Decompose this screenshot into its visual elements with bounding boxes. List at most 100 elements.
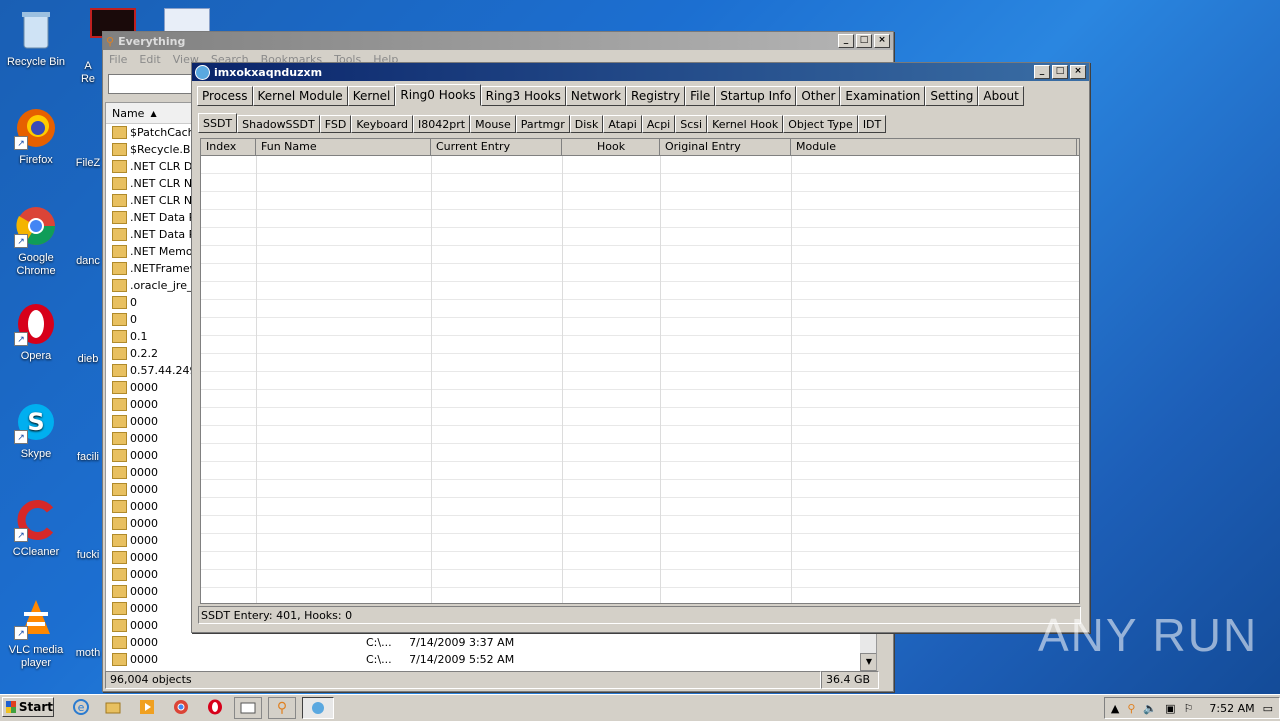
tool-titlebar[interactable]: imxokxaqnduzxm _ □ × [192, 63, 1089, 81]
ie-icon[interactable]: e [68, 697, 94, 717]
tab-registry[interactable]: Registry [626, 86, 686, 106]
column-name-header[interactable]: Name [106, 107, 144, 120]
tab-about[interactable]: About [978, 86, 1024, 106]
clock[interactable]: 7:52 AM [1209, 702, 1254, 715]
folder-icon [112, 551, 127, 564]
minimize-button[interactable]: _ [1034, 65, 1050, 79]
close-button[interactable]: × [874, 34, 890, 48]
folder-icon [112, 211, 127, 224]
subtab-fsd[interactable]: FSD [319, 115, 352, 133]
subtab-i8042prt[interactable]: I8042prt [413, 115, 471, 133]
antirootkit-window: imxokxaqnduzxm _ □ × Process Kernel Modul… [191, 62, 1090, 633]
tab-other[interactable]: Other [796, 86, 841, 106]
list-item-extra[interactable]: C:\... 7/14/2009 5:52 AM [366, 653, 514, 666]
antirootkit-taskbar-button[interactable] [302, 697, 334, 719]
desktop-icon-opera[interactable]: ↗ Opera [0, 302, 72, 363]
list-item-label: 0000 [130, 483, 158, 496]
subtab-scsi[interactable]: Scsi [675, 115, 708, 133]
svg-text:e: e [78, 701, 85, 714]
status-bar: SSDT Entery: 401, Hooks: 0 [198, 606, 1081, 624]
menu-file[interactable]: File [109, 53, 127, 66]
subtab-partmgr[interactable]: Partmgr [515, 115, 570, 133]
folder-icon [112, 194, 127, 207]
chrome-taskbar-icon[interactable] [168, 697, 194, 717]
subtab-keyboard[interactable]: Keyboard [351, 115, 414, 133]
tab-ring0-hooks[interactable]: Ring0 Hooks [395, 84, 481, 106]
subtab-ssdt[interactable]: SSDT [198, 113, 238, 133]
tab-startup-info[interactable]: Startup Info [715, 86, 797, 106]
column-current-entry[interactable]: Current Entry [431, 139, 562, 155]
explorer-icon[interactable] [100, 697, 126, 717]
folder-icon [112, 466, 127, 479]
menu-edit[interactable]: Edit [139, 53, 160, 66]
network-icon[interactable]: ▣ [1165, 702, 1175, 715]
list-item-extra[interactable]: C:\... 7/14/2009 3:37 AM [366, 636, 514, 649]
tab-kernel[interactable]: Kernel [347, 86, 396, 106]
media-player-icon[interactable] [134, 697, 160, 717]
search-input[interactable] [108, 74, 194, 94]
column-module[interactable]: Module [791, 139, 1077, 155]
start-button[interactable]: Start [2, 697, 54, 717]
subtab-object-type[interactable]: Object Type [783, 115, 858, 133]
folder-icon [112, 262, 127, 275]
action-center-flag-icon[interactable]: ⚐ [1184, 702, 1194, 715]
desktop-icon-label: VLC media player [8, 644, 64, 669]
column-hook[interactable]: Hook [562, 139, 660, 155]
column-fun-name[interactable]: Fun Name [256, 139, 431, 155]
folder-icon [112, 347, 127, 360]
maximize-button[interactable]: □ [1052, 65, 1068, 79]
desktop-icon-skype[interactable]: S ↗ Skype [0, 400, 72, 461]
list-item-label: 0000 [130, 381, 158, 394]
list-item-label: 0000 [130, 653, 158, 666]
desktop-icon-label: Recycle Bin [6, 56, 66, 68]
tab-setting[interactable]: Setting [925, 86, 979, 106]
subtab-mouse[interactable]: Mouse [470, 115, 516, 133]
tab-process[interactable]: Process [197, 86, 253, 106]
task-window-button[interactable] [234, 697, 262, 719]
folder-icon [112, 398, 127, 411]
taskbar: Start e ⚲ ▲ ⚲ 🔈 ▣ ⚐ 7:52 AM ▭ [0, 694, 1280, 721]
show-desktop-icon[interactable]: ▭ [1263, 702, 1273, 715]
subtab-idt[interactable]: IDT [857, 115, 887, 133]
subtab-kernel-hook[interactable]: Kernel Hook [707, 115, 784, 133]
list-item-label: 0000 [130, 551, 158, 564]
desktop-icon-chrome[interactable]: ↗ Google Chrome [0, 204, 72, 278]
column-divider [791, 156, 792, 603]
maximize-button[interactable]: □ [856, 34, 872, 48]
everything-tray-icon[interactable]: ⚲ [1127, 702, 1135, 715]
folder-icon [112, 381, 127, 394]
desktop-icon-firefox[interactable]: ↗ Firefox [0, 106, 72, 167]
chevron-up-icon[interactable]: ▲ [1111, 702, 1119, 715]
volume-icon[interactable]: 🔈 [1143, 702, 1157, 715]
minimize-button[interactable]: _ [838, 34, 854, 48]
subtab-disk[interactable]: Disk [569, 115, 604, 133]
tab-file[interactable]: File [685, 86, 716, 106]
status-size: 36.4 GB [821, 671, 879, 689]
table-body[interactable] [201, 156, 1079, 603]
system-tray: ▲ ⚲ 🔈 ▣ ⚐ 7:52 AM ▭ [1103, 697, 1280, 719]
status-bar: 96,004 objects 36.4 GB [105, 671, 889, 689]
subtab-atapi[interactable]: Atapi [603, 115, 642, 133]
list-item-label: 0000 [130, 415, 158, 428]
close-button[interactable]: × [1070, 65, 1086, 79]
column-original-entry[interactable]: Original Entry [660, 139, 791, 155]
shortcut-arrow-icon: ↗ [14, 332, 28, 346]
everything-titlebar[interactable]: ⚲ Everything _ □ × [103, 32, 893, 50]
subtab-shadowssdt[interactable]: ShadowSSDT [237, 115, 320, 133]
scroll-down-icon[interactable]: ▼ [860, 653, 876, 671]
folder-icon [112, 432, 127, 445]
folder-icon [112, 449, 127, 462]
tab-ring3-hooks[interactable]: Ring3 Hooks [480, 86, 566, 106]
desktop-icon-ccleaner[interactable]: ↗ CCleaner [0, 498, 72, 559]
tab-network[interactable]: Network [565, 86, 627, 106]
list-item-label: 0.2.2 [130, 347, 158, 360]
skype-icon: S ↗ [14, 400, 58, 444]
subtab-acpi[interactable]: Acpi [641, 115, 676, 133]
desktop-icon-vlc[interactable]: ↗ VLC media player [0, 596, 72, 670]
column-index[interactable]: Index [201, 139, 256, 155]
desktop-icon-recycle-bin[interactable]: Recycle Bin [0, 8, 72, 69]
everything-taskbar-button[interactable]: ⚲ [268, 697, 296, 719]
tab-kernel-module[interactable]: Kernel Module [252, 86, 348, 106]
tab-examination[interactable]: Examination [840, 86, 926, 106]
opera-taskbar-icon[interactable] [202, 697, 228, 717]
